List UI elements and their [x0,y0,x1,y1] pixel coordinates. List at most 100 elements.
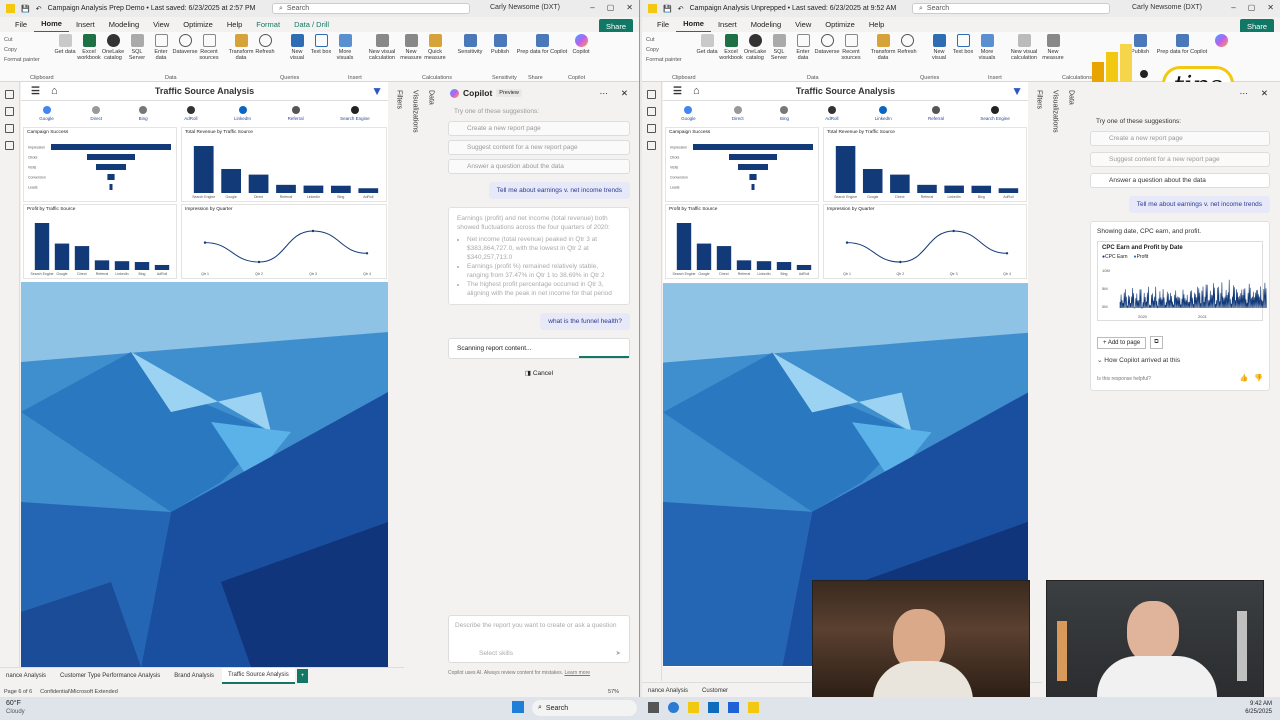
cancel-button[interactable]: ◨ Cancel [440,369,638,377]
clock[interactable]: 9:42 AM 6/25/2025 [1245,700,1272,716]
home-icon[interactable]: ⌂ [693,85,700,97]
recent-sources-button[interactable]: Recent sources [198,34,220,61]
thumbs-up-icon[interactable]: 👍 [1240,374,1249,382]
how-copilot-arrived[interactable]: ⌄ How Copilot arrived at this [1097,356,1180,364]
maximize-icon[interactable]: ▢ [1248,3,1256,12]
new-measure-button[interactable]: New measure [400,34,422,61]
store-icon[interactable] [728,702,739,713]
source-search-engine[interactable]: Search Engine [340,105,370,121]
filters-pane-tab[interactable]: Filters [392,86,406,146]
format-painter-button[interactable]: Format painter [4,57,52,63]
new-visual-button[interactable]: New visual [286,34,308,61]
source-google[interactable]: Google [39,105,54,121]
menu-modeling[interactable]: Modeling [102,17,146,32]
source-adroll[interactable]: AdRoll [825,105,838,121]
sql-button[interactable]: SQL Server [126,34,148,61]
filter-icon[interactable]: ▼ [1011,84,1023,98]
table-view-icon[interactable] [647,107,656,116]
onelake-button[interactable]: OneLake catalog [744,34,766,61]
more-options-icon[interactable]: ⋯ [600,88,609,99]
revenue-tile[interactable]: Total Revenue by Traffic Source Search E… [181,127,387,202]
text-box-button[interactable]: Text box [310,34,332,55]
minimize-icon[interactable]: – [590,3,594,12]
close-icon[interactable]: ✕ [1267,3,1274,12]
data-pane-tab[interactable]: Data [424,86,438,126]
menu-data-drill[interactable]: Data / Drill [287,17,336,32]
copilot-input[interactable]: Describe the report you want to create o… [448,615,630,663]
suggestion-suggest-content[interactable]: Suggest content for a new report page [1090,152,1270,167]
impression-tile[interactable]: Impression by Quarter Qtr 1 Qtr 2 Qtr 3 Qtr… [181,204,387,279]
dataverse-button[interactable]: Dataverse [814,34,840,55]
get-data-button[interactable]: Get data [696,34,718,55]
menu-help[interactable]: Help [862,17,891,32]
suggestion-answer-question[interactable]: Answer a question about the data [448,159,630,174]
menu-format[interactable]: Format [249,17,287,32]
refresh-button[interactable]: Refresh [896,34,918,55]
tab-customer[interactable]: Customer Type Performance Analysis [54,669,166,683]
campaign-success-tile[interactable]: Campaign Success Impression Clicks Visits C… [23,127,177,202]
menu-optimize[interactable]: Optimize [176,17,220,32]
hamburger-icon[interactable]: ☰ [673,86,682,97]
dax-view-icon[interactable] [5,141,14,150]
select-skills[interactable]: Select skills [479,650,513,657]
filter-icon[interactable]: ▼ [371,84,383,98]
prep-data-button[interactable]: Prep data for Copilot [516,34,568,55]
onelake-button[interactable]: OneLake catalog [102,34,124,61]
menu-file[interactable]: File [650,17,676,32]
data-pane-tab[interactable]: Data [1064,86,1078,126]
report-view-icon[interactable] [5,90,14,99]
new-visual-button[interactable]: New visual [928,34,950,61]
menu-view[interactable]: View [788,17,818,32]
visualizations-pane-tab[interactable]: Visualizations [408,86,422,166]
format-painter-button[interactable]: Format painter [646,57,694,63]
menu-insert[interactable]: Insert [69,17,102,32]
impression-tile[interactable]: Impression by Quarter Qtr 1 Qtr 2 Qtr 3 Qtr… [823,204,1027,279]
suggestion-answer-question[interactable]: Answer a question about the data [1090,173,1270,188]
user-name[interactable]: Carly Newsome (DXT) [490,4,560,11]
source-direct[interactable]: Direct [90,105,102,121]
revenue-tile[interactable]: Total Revenue by Traffic Source Search E… [823,127,1027,202]
profit-tile[interactable]: Profit by Traffic Source Search Engine Go… [665,204,819,279]
source-linkedin[interactable]: LinkedIn [234,105,251,121]
table-view-icon[interactable] [5,107,14,116]
publish-button[interactable]: Publish [486,34,514,55]
recent-sources-button[interactable]: Recent sources [840,34,862,61]
copy-icon[interactable]: ⧉ [1150,336,1163,349]
suggestion-create-page[interactable]: Create a new report page [1090,131,1270,146]
home-icon[interactable]: ⌂ [51,85,58,97]
filters-pane-tab[interactable]: Filters [1032,86,1046,146]
excel-button[interactable]: Excel workbook [77,34,101,61]
source-bing[interactable]: Bing [780,105,789,121]
close-icon[interactable]: ✕ [626,3,633,12]
source-referral[interactable]: Referral [288,105,304,121]
save-icon[interactable]: 💾 [663,5,672,13]
thumbs-down-icon[interactable]: 👎 [1254,374,1263,382]
transform-button[interactable]: Transform data [871,34,895,61]
source-referral[interactable]: Referral [928,105,944,121]
explorer-icon[interactable] [688,702,699,713]
model-view-icon[interactable] [647,124,656,133]
add-to-page-button[interactable]: + Add to page [1097,336,1147,349]
text-box-button[interactable]: Text box [952,34,974,55]
menu-help[interactable]: Help [220,17,249,32]
start-icon[interactable] [512,701,524,713]
suggestion-create-page[interactable]: Create a new report page [448,121,630,136]
get-data-button[interactable]: Get data [54,34,76,55]
tab-traffic[interactable]: Traffic Source Analysis [222,667,295,684]
zoom-level[interactable]: 57% [608,689,619,695]
enter-data-button[interactable]: Enter data [792,34,814,61]
search-box[interactable]: ⌕ Search [912,3,1110,14]
enter-data-button[interactable]: Enter data [150,34,172,61]
teams-icon[interactable] [708,702,719,713]
dax-view-icon[interactable] [647,141,656,150]
source-direct[interactable]: Direct [732,105,744,121]
undo-icon[interactable]: ↶ [36,5,42,13]
hamburger-icon[interactable]: ☰ [31,86,40,97]
sensitivity-button[interactable]: Sensitivity [456,34,484,55]
refresh-button[interactable]: Refresh [254,34,276,55]
close-copilot-icon[interactable]: ✕ [1261,88,1268,99]
cut-button[interactable]: Cut [646,37,694,43]
source-bing[interactable]: Bing [139,105,148,121]
more-visuals-button[interactable]: More visuals [976,34,998,61]
copy-button[interactable]: Copy [646,47,694,53]
